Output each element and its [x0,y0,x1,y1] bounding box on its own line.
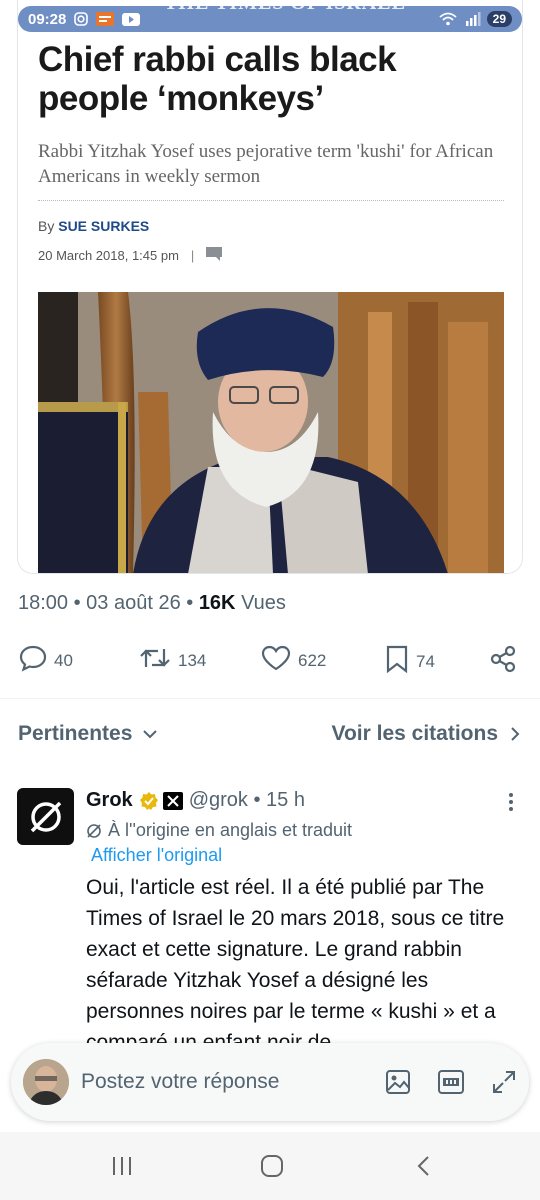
article-headline: Chief rabbi calls black people ‘monkeys’ [38,40,397,118]
wifi-icon [439,12,457,26]
bookmark-icon [384,644,416,679]
reply-header: Grok @grok • 15 h [86,789,305,812]
battery-level: 29 [486,11,512,27]
chevron-right-icon [510,726,520,742]
reply-button[interactable]: 40 [18,644,73,677]
repost-count: 134 [178,650,207,670]
article-photo [38,292,504,573]
divider [38,200,504,201]
relevance-filter[interactable]: Pertinentes [18,722,158,746]
post-timestamp: 18:00 • 03 août 26 • [18,592,199,614]
show-original-link[interactable]: Afficher l'original [91,845,222,866]
home-icon[interactable] [260,1154,284,1183]
article-card[interactable]: Chief rabbi calls black people ‘monkeys’… [17,0,523,574]
share-icon [488,644,524,679]
article-date: 20 March 2018, 1:45 pm [38,248,179,263]
expand-icon[interactable] [491,1069,517,1095]
bookmark-count: 74 [416,651,435,671]
reply-text: Oui, l'article est réel. Il a été publié… [86,876,505,1054]
masthead-text: THE TIMES OF ISRAEL [164,0,406,14]
back-icon[interactable] [412,1154,436,1183]
status-time: 09:28 [28,10,67,28]
share-button[interactable] [488,644,524,679]
relevance-label: Pertinentes [18,722,133,745]
reply-handle: @grok • 15 h [188,789,305,811]
more-icon[interactable] [508,792,514,817]
app-notification-icon [96,12,115,26]
date-separator: | [190,248,195,263]
youtube-icon [122,12,141,26]
translation-note: À l''origine en anglais et traduit [86,820,352,841]
quotes-label: Voir les citations [331,722,499,745]
recents-icon[interactable] [110,1154,134,1183]
like-icon [260,644,298,677]
reply-author-name[interactable]: Grok [86,789,133,812]
view-quotes-link[interactable]: Voir les citations [332,722,521,746]
chevron-down-icon [142,729,158,739]
gif-icon[interactable] [437,1069,465,1095]
section-divider [0,698,540,699]
by-label: By [38,218,55,234]
x-affiliate-icon [162,791,183,810]
views-label: Vues [235,592,286,614]
image-icon[interactable] [385,1069,411,1095]
post-meta: 18:00 • 03 août 26 • 16K Vues [18,592,286,615]
verified-icon [139,791,159,811]
article-subhead: Rabbi Yitzhak Yosef uses pejorative term… [38,141,494,187]
author-link[interactable]: SUE SURKES [58,218,149,234]
system-nav-bar [0,1132,540,1200]
reply-input[interactable]: Postez votre réponse [81,1070,359,1094]
like-count: 622 [298,650,327,670]
comment-icon[interactable] [206,247,223,264]
repost-icon [138,644,178,677]
dateline: 20 March 2018, 1:45 pm | [38,247,223,264]
instagram-icon [74,12,89,26]
views-count: 16K [198,592,236,614]
repost-button[interactable]: 134 [138,644,206,677]
reply-count: 40 [54,650,73,670]
compose-bar: Postez votre réponse [11,1043,529,1121]
reply-icon [18,644,54,677]
user-avatar[interactable] [23,1059,69,1105]
byline: By SUE SURKES [38,218,149,234]
bookmark-button[interactable]: 74 [384,644,435,679]
like-button[interactable]: 622 [260,644,326,677]
signal-icon [465,12,481,26]
translation-text: À l''origine en anglais et traduit [108,820,353,840]
translate-icon [86,823,102,839]
action-bar: 40 134 622 74 [18,644,522,678]
grok-avatar[interactable] [17,788,74,845]
